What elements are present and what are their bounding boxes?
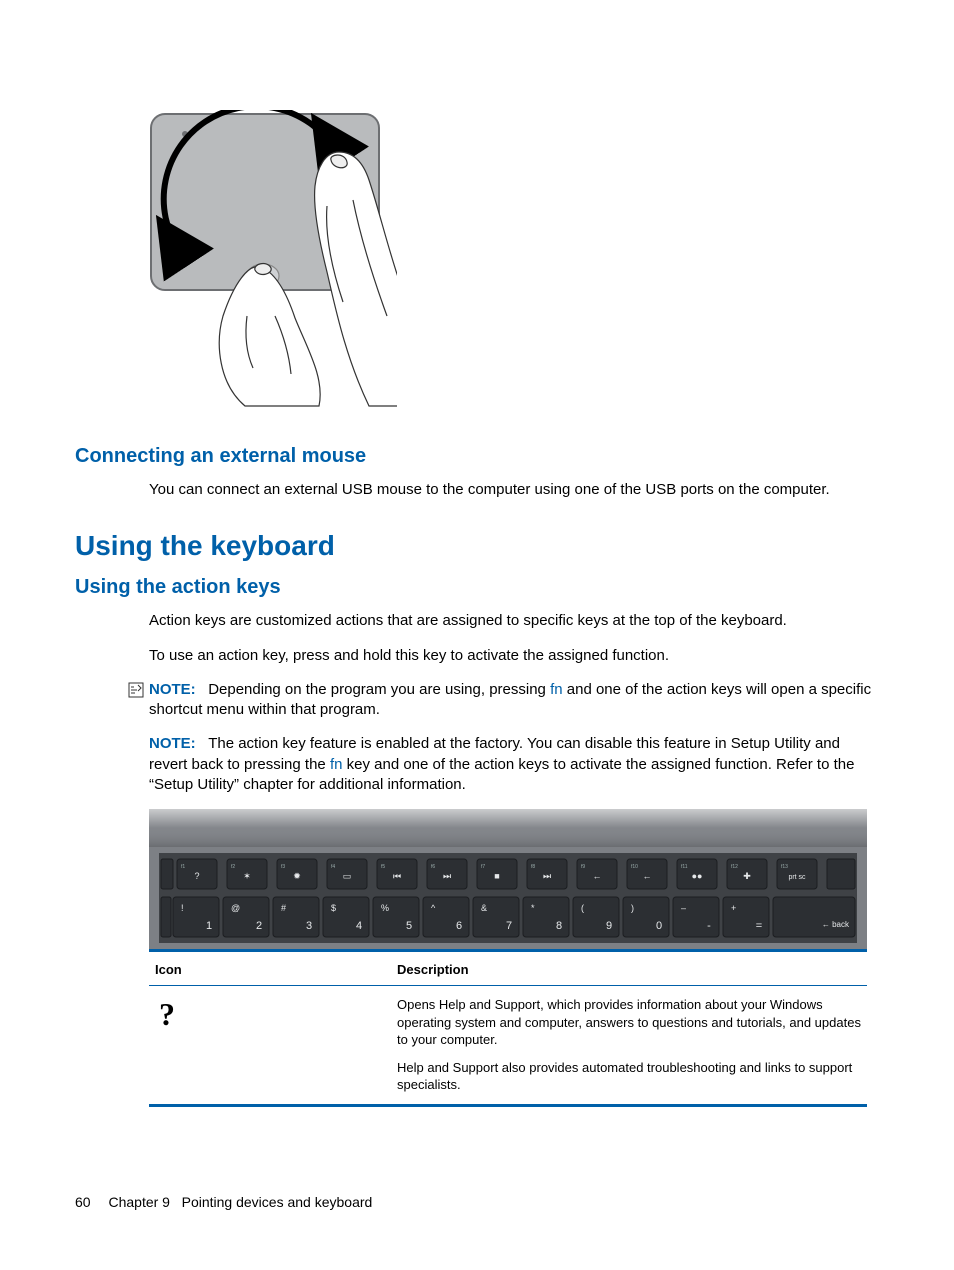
svg-text:f2: f2 [231, 864, 235, 870]
svg-text:f3: f3 [281, 864, 285, 870]
note-icon [128, 682, 149, 704]
svg-text:f9: f9 [581, 864, 585, 870]
keyboard-figure: f1? f2 ✶ f3 ✹ f4 ▭ f5 ⏮ f6 ⏭ f7 ■ f8 ⏭ f9 ← f10 ← f11 ●● f12 ✚… [149, 809, 879, 949]
document-page: Connecting an external mouse You can con… [0, 0, 954, 1270]
note-1-before: Depending on the program you are using, … [208, 681, 550, 698]
svg-text:←: ← [643, 871, 652, 881]
svg-text:⏭: ⏭ [443, 871, 451, 881]
svg-text:@: @ [231, 903, 240, 913]
note-2: NOTE: The action key feature is enabled … [149, 734, 879, 795]
heading-using-action-keys: Using the action keys [75, 576, 879, 599]
svg-text:▭: ▭ [343, 871, 352, 881]
table-header-icon: Icon [155, 962, 397, 977]
table-row-desc-p2: Help and Support also provides automated… [397, 1059, 861, 1094]
svg-text:3: 3 [306, 920, 312, 932]
svg-text:(: ( [581, 903, 584, 913]
svg-text:): ) [631, 903, 634, 913]
svg-text:!: ! [181, 903, 184, 913]
svg-text:f4: f4 [331, 864, 335, 870]
svg-text:f5: f5 [381, 864, 385, 870]
action-keys-p1: Action keys are customized actions that … [149, 611, 879, 631]
svg-text:5: 5 [406, 920, 412, 932]
note-label: NOTE: [149, 735, 196, 752]
svg-text:%: % [381, 903, 389, 913]
connecting-paragraph: You can connect an external USB mouse to… [149, 480, 879, 500]
svg-text:-: - [707, 920, 711, 932]
svg-text:prt sc: prt sc [788, 874, 806, 881]
note-label: NOTE: [149, 681, 196, 698]
heading-using-keyboard: Using the keyboard [75, 530, 879, 562]
svg-text:0: 0 [656, 920, 662, 932]
svg-text:*: * [531, 903, 535, 913]
svg-text:✶: ✶ [243, 871, 251, 881]
svg-text:#: # [281, 903, 286, 913]
table-row: ? Opens Help and Support, which provides… [149, 986, 867, 1107]
table-header-description: Description [397, 962, 861, 977]
table-row-desc-cell: Opens Help and Support, which provides i… [397, 996, 861, 1094]
svg-text:f6: f6 [431, 864, 435, 870]
note-1-text: NOTE: Depending on the program you are u… [149, 680, 879, 721]
svg-text:f10: f10 [631, 864, 638, 870]
table-header-row: Icon Description [149, 952, 867, 986]
svg-text:← back: ← back [822, 920, 850, 929]
svg-text:1: 1 [206, 920, 212, 932]
svg-text:✚: ✚ [743, 871, 751, 881]
table-row-desc-p1: Opens Help and Support, which provides i… [397, 996, 861, 1049]
svg-text:f8: f8 [531, 864, 535, 870]
svg-text:?: ? [194, 871, 199, 881]
page-number: 60 [75, 1194, 91, 1210]
heading-connecting-external-mouse: Connecting an external mouse [75, 445, 879, 468]
svg-text:f11: f11 [681, 864, 688, 870]
svg-text:$: $ [331, 903, 336, 913]
svg-text:●●: ●● [692, 871, 703, 881]
chapter-label: Chapter 9 Pointing devices and keyboard [108, 1194, 372, 1210]
svg-text:f7: f7 [481, 864, 485, 870]
connecting-body: You can connect an external USB mouse to… [149, 480, 879, 500]
svg-text:f12: f12 [731, 864, 738, 870]
svg-text:✹: ✹ [293, 871, 301, 881]
svg-text:–: – [681, 903, 686, 913]
svg-text:9: 9 [606, 920, 612, 932]
svg-text:⏭: ⏭ [543, 871, 551, 881]
svg-text:&: & [481, 903, 487, 913]
svg-text:f13: f13 [781, 864, 788, 870]
help-icon: ? [155, 998, 175, 1030]
note-1: NOTE: Depending on the program you are u… [128, 680, 879, 721]
svg-text:f1: f1 [181, 864, 185, 870]
action-key-table: Icon Description ? Opens Help and Suppor… [149, 949, 867, 1107]
svg-text:⏮: ⏮ [393, 871, 401, 881]
action-keys-p2: To use an action key, press and hold thi… [149, 646, 879, 666]
svg-text:7: 7 [506, 920, 512, 932]
svg-text:←: ← [593, 871, 602, 881]
svg-text:6: 6 [456, 920, 462, 932]
svg-text:8: 8 [556, 920, 562, 932]
rotate-gesture-figure [149, 110, 879, 415]
svg-text:=: = [756, 920, 762, 932]
svg-text:+: + [731, 903, 736, 913]
svg-text:■: ■ [494, 871, 499, 881]
action-keys-body: Action keys are customized actions that … [149, 611, 879, 666]
svg-text:2: 2 [256, 920, 262, 932]
page-footer: 60 Chapter 9 Pointing devices and keyboa… [75, 1194, 372, 1210]
keyboard-illustration: f1? f2 ✶ f3 ✹ f4 ▭ f5 ⏮ f6 ⏭ f7 ■ f8 ⏭ f9 ← f10 ← f11 ●● f12 ✚… [149, 809, 867, 949]
fn-key-text: fn [550, 681, 563, 698]
svg-text:4: 4 [356, 920, 362, 932]
fn-key-text: fn [330, 756, 343, 773]
table-row-icon-cell: ? [155, 996, 397, 1094]
rotate-gesture-illustration [149, 110, 397, 410]
note-2-text: NOTE: The action key feature is enabled … [149, 734, 879, 795]
